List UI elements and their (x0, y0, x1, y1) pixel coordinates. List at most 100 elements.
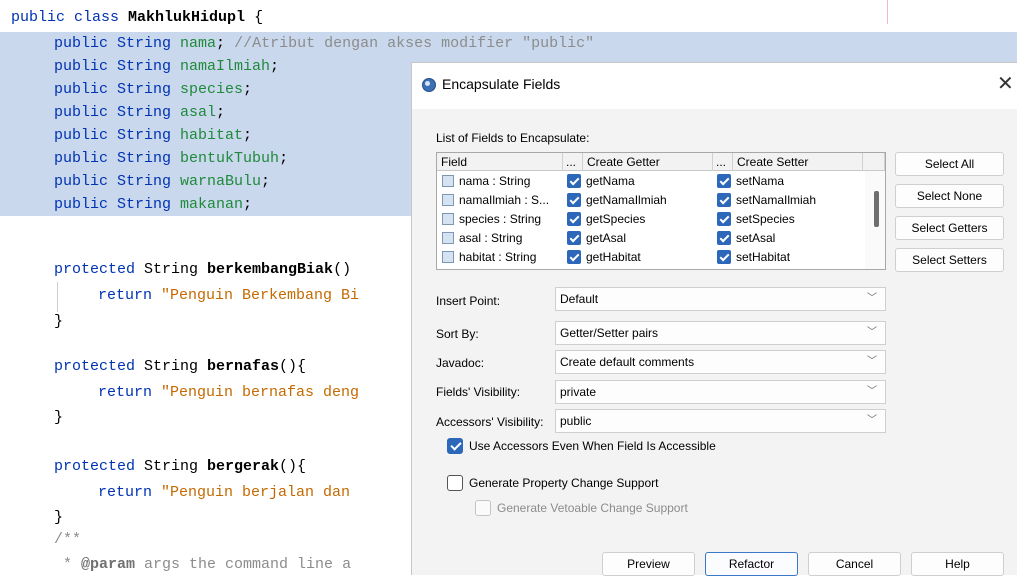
setter-name: setAsal (736, 231, 776, 245)
insert-point-label: Insert Point: (436, 294, 501, 308)
column-header-create-getter[interactable]: Create Getter (583, 153, 713, 171)
code-line-field: public String asal; (54, 101, 225, 124)
javadoc-value: Create default comments (560, 355, 695, 369)
return-line: return "Penguin berjalan dan (98, 481, 359, 504)
modifier-text: public String (54, 173, 181, 190)
setter-cell[interactable]: setNama (717, 172, 861, 191)
semicolon: ; (216, 104, 226, 121)
encapsulate-fields-dialog: Encapsulate Fields ✕ List of Fields to E… (411, 62, 1017, 576)
getter-checkbox[interactable] (567, 193, 581, 207)
method-signature-line: protected String bergerak(){ (54, 455, 306, 478)
keyword-text: protected (54, 261, 136, 278)
field-name: makanan (180, 196, 244, 213)
cancel-button[interactable]: Cancel (808, 552, 901, 576)
column-header-create-setter[interactable]: Create Setter (733, 153, 863, 171)
use-accessors-option[interactable]: Use Accessors Even When Field Is Accessi… (447, 438, 716, 454)
javadoc-select[interactable]: Create default comments ﹀ (555, 350, 886, 374)
setter-checkbox[interactable] (717, 231, 731, 245)
setter-name: setHabitat (736, 250, 791, 264)
refactor-button[interactable]: Refactor (705, 552, 798, 576)
getter-cell[interactable]: getNamaIlmiah (567, 191, 711, 210)
field-checkbox[interactable] (442, 232, 454, 244)
column-header-field[interactable]: Field (437, 153, 563, 171)
getter-checkbox[interactable] (567, 231, 581, 245)
chevron-down-icon: ﹀ (867, 327, 877, 338)
field-checkbox[interactable] (442, 213, 454, 225)
accessors-visibility-select[interactable]: public ﹀ (555, 409, 886, 433)
type-text: String (135, 458, 208, 475)
setter-cell[interactable]: setAsal (717, 229, 861, 248)
close-icon[interactable]: ✕ (997, 72, 1014, 96)
getter-cell[interactable]: getNama (567, 172, 711, 191)
select-all-button[interactable]: Select All (895, 152, 1004, 176)
semicolon: ; (243, 81, 253, 98)
string-literal: "Penguin Berkembang Bi (161, 287, 360, 304)
field-label: species : String (459, 212, 542, 226)
field-label: namaIlmiah : S... (459, 193, 550, 207)
closing-brace: } (54, 409, 64, 426)
javadoc-star: * (54, 556, 82, 573)
getter-cell[interactable]: getHabitat (567, 248, 711, 267)
dialog-titlebar[interactable]: Encapsulate Fields ✕ (412, 63, 1017, 109)
column-header-setter-options[interactable]: ... (713, 153, 733, 171)
return-line: return "Penguin Berkembang Bi (98, 284, 359, 307)
field-cell[interactable]: nama : String (442, 172, 562, 191)
column-header-getter-options[interactable]: ... (563, 153, 583, 171)
use-accessors-checkbox[interactable] (447, 438, 463, 454)
method-signature-line: protected String berkembangBiak() (54, 258, 351, 281)
string-literal: "Penguin berjalan dan (161, 484, 360, 501)
property-change-checkbox[interactable] (447, 475, 463, 491)
method-signature: () (333, 261, 352, 278)
field-cell[interactable]: species : String (442, 210, 562, 229)
keyword-text: protected (54, 458, 136, 475)
field-name: nama (180, 35, 217, 52)
fields-visibility-select[interactable]: private ﹀ (555, 380, 886, 404)
getter-checkbox[interactable] (567, 174, 581, 188)
setter-checkbox[interactable] (717, 174, 731, 188)
netbeans-app-icon (422, 78, 436, 92)
preview-button[interactable]: Preview (602, 552, 695, 576)
setter-checkbox[interactable] (717, 193, 731, 207)
sort-by-label: Sort By: (436, 327, 479, 341)
field-cell[interactable]: asal : String (442, 229, 562, 248)
semicolon: ; (243, 127, 253, 144)
select-none-button[interactable]: Select None (895, 184, 1004, 208)
field-cell[interactable]: namaIlmiah : S... (442, 191, 562, 210)
table-scrollbar-thumb[interactable] (874, 191, 879, 227)
setter-checkbox[interactable] (717, 250, 731, 264)
javadoc-open: /** (54, 531, 82, 548)
field-label: asal : String (459, 231, 523, 245)
field-cell[interactable]: habitat : String (442, 248, 562, 267)
vetoable-change-checkbox (475, 500, 491, 516)
setter-cell[interactable]: setSpecies (717, 210, 861, 229)
getter-checkbox[interactable] (567, 250, 581, 264)
field-name: warnaBulu (180, 173, 262, 190)
field-checkbox[interactable] (442, 251, 454, 263)
method-signature: (){ (279, 358, 307, 375)
brace-text: { (245, 9, 264, 26)
field-checkbox[interactable] (442, 194, 454, 206)
property-change-option[interactable]: Generate Property Change Support (447, 475, 658, 491)
field-checkbox[interactable] (442, 175, 454, 187)
fields-table[interactable]: Field ... Create Getter ... Create Sette… (436, 152, 886, 270)
field-label: habitat : String (459, 250, 537, 264)
type-text: String (135, 358, 208, 375)
fields-visibility-value: private (560, 385, 597, 399)
select-setters-button[interactable]: Select Setters (895, 248, 1004, 272)
setter-checkbox[interactable] (717, 212, 731, 226)
getter-cell[interactable]: getSpecies (567, 210, 711, 229)
sort-by-select[interactable]: Getter/Setter pairs ﹀ (555, 321, 886, 345)
modifier-text: public String (54, 150, 181, 167)
modifier-text: public String (54, 35, 181, 52)
setter-cell[interactable]: setHabitat (717, 248, 861, 267)
chevron-down-icon: ﹀ (867, 386, 877, 397)
insert-point-select[interactable]: Default ﹀ (555, 287, 886, 311)
code-line-field: public String warnaBulu; (54, 170, 270, 193)
help-button[interactable]: Help (911, 552, 1004, 576)
getter-checkbox[interactable] (567, 212, 581, 226)
getter-cell[interactable]: getAsal (567, 229, 711, 248)
select-getters-button[interactable]: Select Getters (895, 216, 1004, 240)
class-declaration-line: public class MakhlukHidupl { (11, 6, 263, 29)
field-name: habitat (180, 127, 244, 144)
setter-cell[interactable]: setNamaIlmiah (717, 191, 861, 210)
